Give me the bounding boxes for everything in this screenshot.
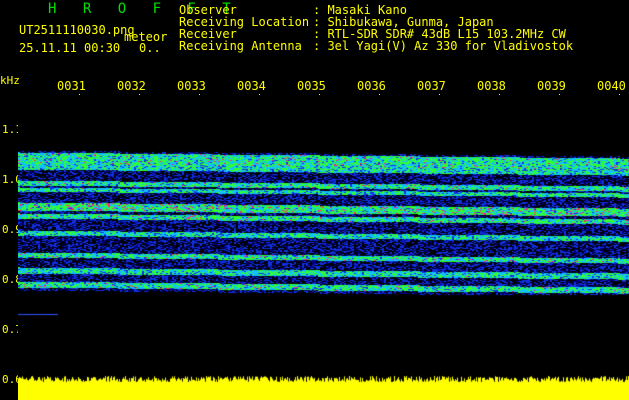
time-label: 0032 xyxy=(117,80,147,92)
time-label: 0031 xyxy=(57,80,87,92)
time-label: 0035 xyxy=(297,80,327,92)
count: 0.. xyxy=(139,42,161,54)
info-value: : 3el Yagi(V) Az 330 for Vladivostok xyxy=(313,40,573,52)
time-label: 0040 xyxy=(597,80,629,92)
time-label: 0036 xyxy=(357,80,387,92)
spectrogram xyxy=(18,95,629,400)
datetime: 25.11.11 00:30 xyxy=(19,42,120,54)
info-label: Receiving Antenna xyxy=(179,40,302,52)
time-label: 0033 xyxy=(177,80,207,92)
unit-label: kHz xyxy=(0,75,20,87)
time-label: 0034 xyxy=(237,80,267,92)
filename: UT2511110030.png xyxy=(19,24,135,36)
time-label: 0038 xyxy=(477,80,507,92)
time-label: 0037 xyxy=(417,80,447,92)
time-label: 0039 xyxy=(537,80,567,92)
